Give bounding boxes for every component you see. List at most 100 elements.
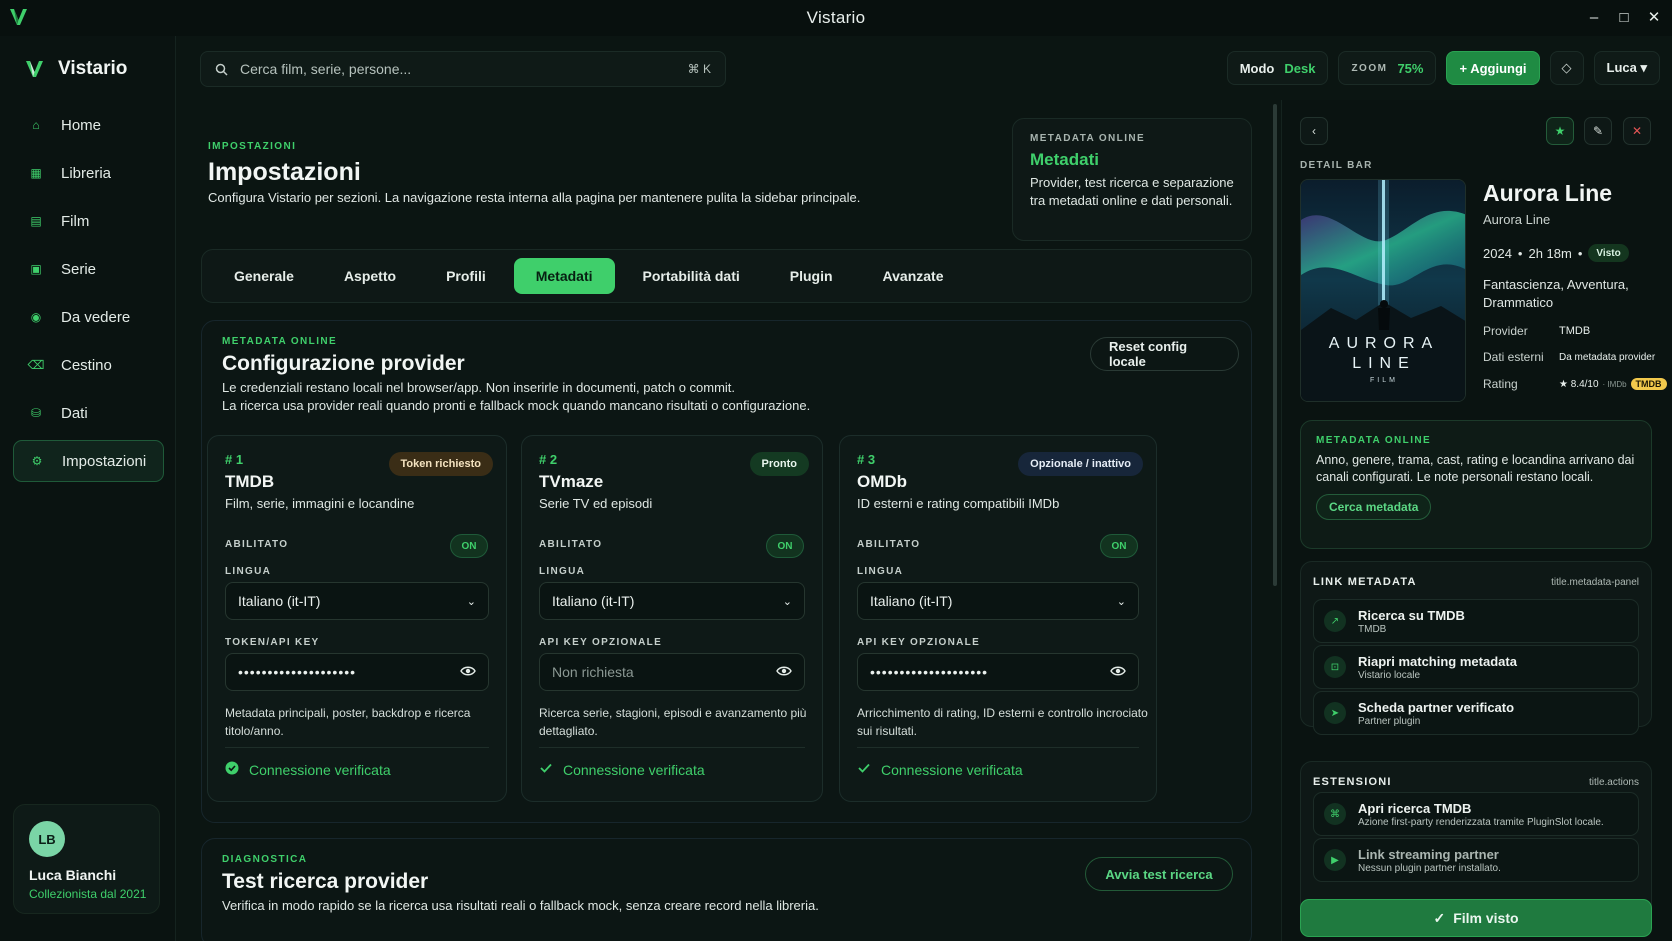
home-icon: ⌂ [32, 118, 40, 132]
user-card[interactable]: LB Luca Bianchi Collezionista dal 2021 [13, 804, 160, 914]
provider-desc-line: Metadata principali, poster, backdrop e … [225, 706, 471, 720]
tab-metadati[interactable]: Metadati [513, 258, 615, 294]
status-badge: Token richiesto [388, 452, 493, 476]
tab-aspetto[interactable]: Aspetto [322, 258, 418, 294]
zoom-value: 75% [1397, 60, 1424, 76]
sidebar-item-serie[interactable]: ▣ Serie [13, 248, 164, 290]
eye-icon[interactable] [776, 664, 792, 680]
sidebar-item-label: Impostazioni [62, 452, 147, 470]
window-title: Vistario [806, 8, 866, 27]
sidebar-item-cestino[interactable]: ⌫ Cestino [13, 344, 164, 386]
provider-card-tmdb: # 1 TMDB Film, serie, immagini e locandine… [207, 435, 507, 802]
sidebar-item-film[interactable]: ▤ Film [13, 200, 164, 242]
diagnostics-section: DIAGNOSTICA Test ricerca provider Verifi… [201, 838, 1252, 941]
edit-button[interactable]: ✎ [1584, 117, 1612, 145]
list-item[interactable]: ⊡ Riapri matching metadata Vistario locale [1313, 645, 1639, 689]
tab-profili[interactable]: Profili [424, 258, 508, 294]
close-detail-button[interactable]: ✕ [1623, 117, 1651, 145]
provider-card-omdb: # 3 OMDb ID esterni e rating compatibili I… [839, 435, 1157, 802]
links-header: LINK METADATA title.metadata-panel [1313, 576, 1639, 588]
sidebar-item-libreria[interactable]: ▦ Libreria [13, 152, 164, 194]
maximize-icon[interactable]: □ [1616, 6, 1632, 28]
enabled-toggle[interactable]: ON [766, 534, 804, 558]
poster-image: AURORA LINE FILM [1300, 179, 1466, 402]
mode-label: Modo [1239, 60, 1275, 76]
section-title: Configurazione provider [222, 352, 465, 375]
api-key-field[interactable]: Non richiesta [539, 653, 805, 691]
zoom-control[interactable]: ZOOM 75% [1338, 51, 1437, 85]
search-input[interactable]: Cerca film, serie, persone... ⌘ K [200, 51, 726, 87]
api-key-label: TOKEN/API KEY [225, 637, 320, 648]
link-icon: ↗ [1324, 610, 1346, 632]
sidebar-item-da-vedere[interactable]: ◉ Da vedere [13, 296, 164, 338]
section-desc-line: Le credenziali restano locali nel browse… [222, 380, 736, 395]
mode-toggle[interactable]: Modo Desk [1226, 51, 1329, 85]
brand[interactable]: Vistario [24, 58, 127, 80]
link-icon: ▶ [1324, 849, 1346, 871]
provider-description: Metadata principali, poster, backdrop e … [225, 704, 470, 740]
connection-status-label: Connessione verificata [249, 761, 391, 778]
list-item[interactable]: ↗ Ricerca su TMDB TMDB [1313, 599, 1639, 643]
user-menu-button[interactable]: Luca ▾ [1593, 51, 1660, 85]
section-description: Le credenziali restano locali nel browse… [222, 379, 810, 415]
run-search-test-button[interactable]: Avvia test ricerca [1085, 857, 1233, 891]
rating-label: Rating [1483, 377, 1518, 391]
sidebar-nav: ⌂ Home ▦ Libreria ▤ Film ▣ Serie ◉ Da vedere ⌫ Cest… [13, 104, 164, 488]
provider-desc-line: Arricchimento di rating, ID esterni e co… [857, 706, 1148, 720]
connection-status-label: Connessione verificata [563, 761, 705, 778]
minimize-icon[interactable]: – [1586, 6, 1602, 28]
language-select[interactable]: Italiano (it-IT) ⌄ [857, 582, 1139, 620]
sidebar-item-dati[interactable]: ⛁ Dati [13, 392, 164, 434]
meta-card-text: Provider, test ricerca e separazione tra… [1030, 175, 1234, 208]
api-key-field[interactable]: •••••••••••••••••••• [857, 653, 1139, 691]
list-item-subtitle: Partner plugin [1358, 715, 1421, 727]
pencil-icon: ✎ [1592, 124, 1604, 138]
eye-icon[interactable] [460, 664, 476, 680]
film-watched-button[interactable]: ✓ Film visto [1300, 899, 1652, 937]
divider [225, 747, 489, 748]
extensions-tag: title.actions [1588, 776, 1639, 788]
main-scrollbar[interactable] [1273, 104, 1277, 586]
list-item-subtitle: TMDB [1358, 623, 1387, 635]
provider-subtitle: Film, serie, immagini e locandine [225, 496, 415, 511]
list-item[interactable]: ➤ Scheda partner verificato Partner plugin [1313, 691, 1639, 735]
provider-name: OMDb [857, 472, 908, 491]
favorite-button[interactable]: ★ [1546, 117, 1574, 145]
list-item-title: Apri ricerca TMDB [1358, 800, 1472, 816]
rating-value-group: ★ 8.4/10 · IMDb TMDB [1559, 377, 1667, 391]
extensions-card: ESTENSIONI title.actions ⌘ Apri ricerca T… [1300, 761, 1652, 919]
tab-generale[interactable]: Generale [212, 258, 316, 294]
online-text: Anno, genere, trama, cast, rating e loca… [1316, 453, 1635, 484]
enabled-toggle[interactable]: ON [1100, 534, 1138, 558]
sidebar-item-home[interactable]: ⌂ Home [13, 104, 164, 146]
list-item[interactable]: ▶ Link streaming partner Nessun plugin par… [1313, 838, 1639, 882]
list-item[interactable]: ⌘ Apri ricerca TMDB Azione first-party ren… [1313, 792, 1639, 836]
search-shortcut: ⌘ K [687, 62, 711, 76]
eye-icon[interactable] [1110, 664, 1126, 680]
tab-avanzate[interactable]: Avanzate [861, 258, 966, 294]
tmdb-tag: TMDB [1630, 378, 1667, 390]
tab-portabilità-dati[interactable]: Portabilità dati [621, 258, 762, 294]
add-button[interactable]: + Aggiungi [1446, 51, 1540, 85]
theme-button[interactable]: ◇ [1549, 51, 1584, 85]
sidebar-item-impostazioni[interactable]: ⚙ Impostazioni [13, 440, 164, 482]
search-metadata-button[interactable]: Cerca metadata [1316, 494, 1432, 520]
api-key-field[interactable]: •••••••••••••••••••• [225, 653, 489, 691]
mode-value: Desk [1284, 60, 1316, 76]
extensions-title: ESTENSIONI [1313, 776, 1392, 788]
language-label: LINGUA [539, 566, 586, 577]
search-placeholder: Cerca film, serie, persone... [240, 61, 412, 77]
reset-config-button[interactable]: Reset config locale [1090, 337, 1239, 371]
enabled-toggle[interactable]: ON [450, 534, 488, 558]
back-button[interactable]: ‹ [1300, 117, 1328, 145]
close-icon[interactable]: ✕ [1646, 6, 1662, 28]
connection-status-label: Connessione verificata [881, 761, 1023, 778]
poster-subtitle: FILM [1370, 377, 1398, 384]
language-select[interactable]: Italiano (it-IT) ⌄ [539, 582, 805, 620]
detail-bar-label: DETAIL BAR [1300, 160, 1373, 171]
meta-card-title: Metadati [1030, 150, 1099, 169]
api-key-label: API KEY OPZIONALE [539, 637, 663, 648]
language-select[interactable]: Italiano (it-IT) ⌄ [225, 582, 489, 620]
tab-plugin[interactable]: Plugin [768, 258, 855, 294]
list-item-subtitle: Vistario locale [1358, 669, 1421, 681]
